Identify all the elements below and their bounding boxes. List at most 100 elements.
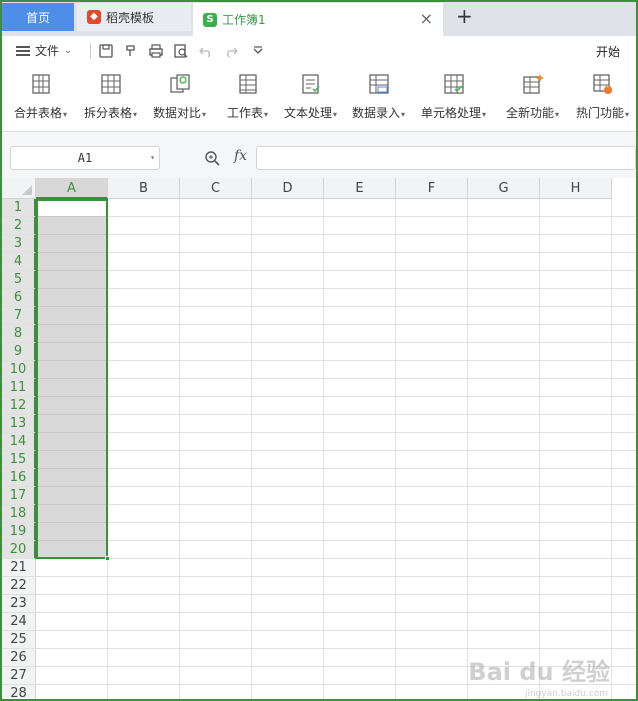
row-header-20[interactable]: 20 <box>2 541 36 559</box>
column-header-c[interactable]: C <box>180 178 252 199</box>
row-header-10[interactable]: 10 <box>2 361 36 379</box>
cell-process-button[interactable]: 单元格处理▾ <box>421 72 486 121</box>
ribbon-label: 合并表格 <box>14 106 63 120</box>
print-icon[interactable] <box>148 43 164 59</box>
fill-handle[interactable] <box>105 556 110 561</box>
tab-template-label: 稻壳模板 <box>106 10 155 25</box>
file-menu[interactable]: 文件 ⌄ <box>16 42 72 59</box>
tab-bar: 首页 ◆ 稻壳模板 S 工作簿1 × + <box>0 0 638 36</box>
spreadsheet-logo-icon: S <box>203 12 217 27</box>
spreadsheet-grid: ABCDEFGH 1 2 3 4 5 6 7 8 9 10 11 12 13 14 15 16 17 18 19 20… <box>2 178 636 699</box>
column-header-h[interactable]: H <box>540 178 612 199</box>
ribbon-label: 热门功能 <box>576 106 625 120</box>
merge-table-icon <box>31 74 50 94</box>
row-header-27[interactable]: 27 <box>2 667 36 685</box>
row-header-7[interactable]: 7 <box>2 307 36 325</box>
row-header-11[interactable]: 11 <box>2 379 36 397</box>
row-header-16[interactable]: 16 <box>2 469 36 487</box>
data-entry-icon <box>368 74 389 94</box>
redo-icon[interactable] <box>223 43 239 59</box>
watermark-url: jingyan.baidu.com <box>524 689 608 699</box>
tab-workbook-label: 工作簿1 <box>222 13 266 27</box>
row-header-21[interactable]: 21 <box>2 559 36 577</box>
worksheet-button[interactable]: 工作表▾ <box>227 72 268 121</box>
divider <box>90 43 91 59</box>
data-compare-icon <box>169 74 190 93</box>
selected-range-gridlines <box>38 216 106 558</box>
hot-feature-icon <box>592 74 612 94</box>
file-menu-label: 文件 <box>35 44 60 58</box>
tab-template[interactable]: ◆ 稻壳模板 <box>77 3 191 31</box>
name-box[interactable]: A1 ▾ <box>10 146 160 170</box>
row-header-9[interactable]: 9 <box>2 343 36 361</box>
menu-row: 文件 ⌄ 开始 <box>2 36 636 66</box>
fx-icon[interactable]: fx <box>234 148 247 164</box>
data-compare-button[interactable]: 数据对比▾ <box>153 72 206 121</box>
formula-bar: A1 ▾ fx <box>2 132 636 178</box>
save-icon[interactable] <box>98 43 114 59</box>
cell-area[interactable] <box>36 199 636 699</box>
select-all-corner[interactable] <box>2 178 36 199</box>
split-table-icon <box>100 74 121 94</box>
row-header-19[interactable]: 19 <box>2 523 36 541</box>
row-header-26[interactable]: 26 <box>2 649 36 667</box>
ribbon-label: 数据录入 <box>352 106 401 120</box>
active-cell[interactable] <box>38 201 106 216</box>
ribbon-label: 全新功能 <box>506 106 555 120</box>
chevron-down-icon: ⌄ <box>64 45 73 56</box>
undo-icon[interactable] <box>198 43 214 59</box>
zoom-icon[interactable] <box>204 150 220 166</box>
new-feature-icon <box>522 74 544 94</box>
row-header-17[interactable]: 17 <box>2 487 36 505</box>
row-header-23[interactable]: 23 <box>2 595 36 613</box>
row-header-14[interactable]: 14 <box>2 433 36 451</box>
row-header-15[interactable]: 15 <box>2 451 36 469</box>
row-header-5[interactable]: 5 <box>2 271 36 289</box>
row-header-22[interactable]: 22 <box>2 577 36 595</box>
tab-home-label: 首页 <box>25 10 50 25</box>
worksheet-icon <box>238 74 257 94</box>
hamburger-icon <box>16 45 30 56</box>
ribbon-label: 数据对比 <box>153 106 202 120</box>
tab-home[interactable]: 首页 <box>2 3 74 31</box>
row-header-28[interactable]: 28 <box>2 685 36 699</box>
data-entry-button[interactable]: 数据录入▾ <box>352 72 405 121</box>
close-tab-icon[interactable]: × <box>420 9 433 28</box>
row-header-8[interactable]: 8 <box>2 325 36 343</box>
split-table-button[interactable]: 拆分表格▾ <box>84 72 137 121</box>
row-header-12[interactable]: 12 <box>2 397 36 415</box>
row-header-25[interactable]: 25 <box>2 631 36 649</box>
row-header-4[interactable]: 4 <box>2 253 36 271</box>
ribbon-label: 文本处理 <box>284 106 333 120</box>
row-header-13[interactable]: 13 <box>2 415 36 433</box>
new-tab-button[interactable]: + <box>456 5 473 27</box>
row-header-24[interactable]: 24 <box>2 613 36 631</box>
tab-start[interactable]: 开始 <box>596 43 620 60</box>
name-box-value: A1 <box>77 151 93 165</box>
customize-quick-access-icon[interactable] <box>250 43 266 59</box>
column-header-f[interactable]: F <box>396 178 468 199</box>
tab-workbook[interactable]: S 工作簿1 × <box>193 3 443 36</box>
column-header-a[interactable]: A <box>36 178 108 199</box>
row-header-6[interactable]: 6 <box>2 289 36 307</box>
hot-feature-button[interactable]: 热门功能▾ <box>576 72 629 121</box>
print-preview-icon[interactable] <box>173 43 189 59</box>
merge-table-button[interactable]: 合并表格▾ <box>14 72 67 121</box>
format-painter-icon[interactable] <box>123 43 139 59</box>
chevron-down-icon[interactable]: ▾ <box>150 147 155 169</box>
formula-input[interactable] <box>256 146 636 170</box>
row-header-3[interactable]: 3 <box>2 235 36 253</box>
text-process-icon <box>301 74 320 94</box>
row-header-1[interactable]: 1 <box>2 199 36 217</box>
row-header-2[interactable]: 2 <box>2 217 36 235</box>
text-process-button[interactable]: 文本处理▾ <box>284 72 337 121</box>
new-feature-button[interactable]: 全新功能▾ <box>506 72 559 121</box>
ribbon-label: 拆分表格 <box>84 106 133 120</box>
column-header-d[interactable]: D <box>252 178 324 199</box>
ribbon: 合并表格▾ 拆分表格▾ 数据对比▾ 工作表▾ 文本处理▾ 数据录入▾ 单元格处理… <box>2 66 636 132</box>
column-header-b[interactable]: B <box>108 178 180 199</box>
watermark: Bai du 经验 <box>468 658 610 686</box>
column-header-g[interactable]: G <box>468 178 540 199</box>
row-header-18[interactable]: 18 <box>2 505 36 523</box>
column-header-e[interactable]: E <box>324 178 396 199</box>
